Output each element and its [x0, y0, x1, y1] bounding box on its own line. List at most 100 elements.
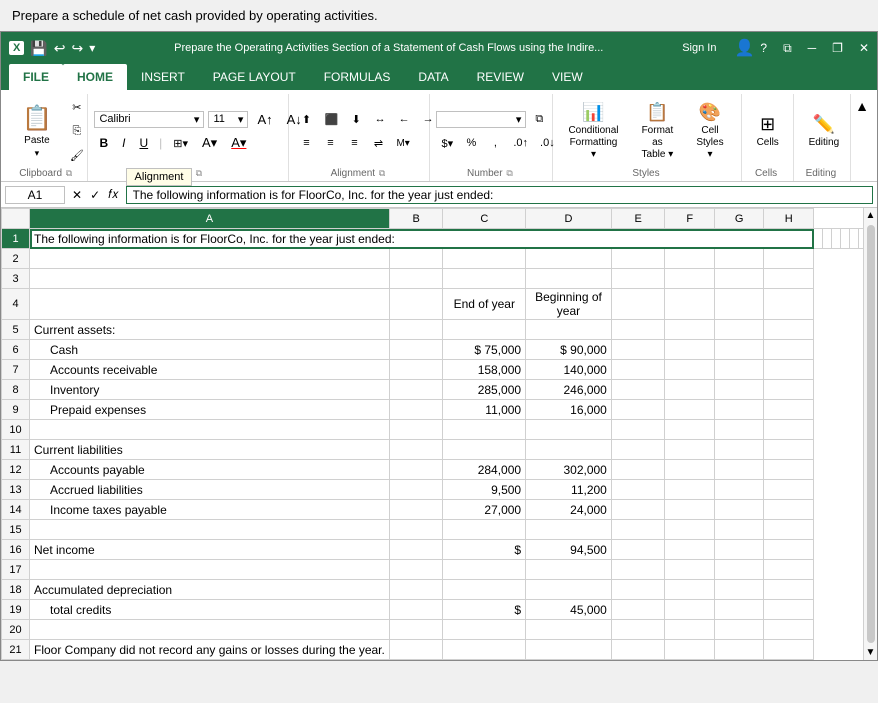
- col-header-h[interactable]: H: [764, 209, 814, 229]
- cell-E8[interactable]: [611, 380, 665, 400]
- clipboard-expand-icon[interactable]: ⧉: [65, 167, 73, 179]
- fill-color-button[interactable]: A▾: [197, 132, 222, 154]
- cell-D18[interactable]: [526, 580, 612, 600]
- cell-A12[interactable]: Accounts payable: [30, 460, 390, 480]
- cell-E14[interactable]: [611, 500, 665, 520]
- col-header-d[interactable]: D: [526, 209, 612, 229]
- cell-E2[interactable]: [611, 249, 665, 269]
- cell-D13[interactable]: 11,200: [526, 480, 612, 500]
- cell-B12[interactable]: [389, 460, 443, 480]
- col-header-g[interactable]: G: [714, 209, 763, 229]
- cell-F21[interactable]: [665, 640, 714, 660]
- cell-B21[interactable]: [389, 640, 443, 660]
- row-header-12[interactable]: 12: [2, 460, 30, 480]
- cell-A3[interactable]: [30, 269, 390, 289]
- cell-A16[interactable]: Net income: [30, 540, 390, 560]
- cell-H11[interactable]: [764, 440, 814, 460]
- cell-G19[interactable]: [714, 600, 763, 620]
- align-top-button[interactable]: ⬆: [295, 108, 317, 130]
- font-color-button[interactable]: A▾: [226, 132, 251, 154]
- format-as-table-button[interactable]: 📋 Format asTable ▾: [631, 103, 683, 159]
- cell-B19[interactable]: [389, 600, 443, 620]
- currency-button[interactable]: $▾: [436, 132, 458, 154]
- row-header-16[interactable]: 16: [2, 540, 30, 560]
- row-header-5[interactable]: 5: [2, 320, 30, 340]
- cell-A14[interactable]: Income taxes payable: [30, 500, 390, 520]
- col-header-b[interactable]: B: [389, 209, 443, 229]
- cell-B1[interactable]: [814, 229, 823, 249]
- cell-H8[interactable]: [764, 380, 814, 400]
- cancel-formula-button[interactable]: ✕: [69, 187, 85, 202]
- italic-button[interactable]: I: [117, 133, 130, 153]
- cell-A7[interactable]: Accounts receivable: [30, 360, 390, 380]
- cell-A13[interactable]: Accrued liabilities: [30, 480, 390, 500]
- cell-A4[interactable]: [30, 289, 390, 320]
- cell-E18[interactable]: [611, 580, 665, 600]
- cells-button[interactable]: ⊞ Cells: [748, 103, 788, 159]
- cell-G14[interactable]: [714, 500, 763, 520]
- cell-B13[interactable]: [389, 480, 443, 500]
- number-expand-btn[interactable]: ⧉: [505, 167, 513, 179]
- cell-H20[interactable]: [764, 620, 814, 640]
- cell-C6[interactable]: $ 75,000: [443, 340, 526, 360]
- cut-button[interactable]: ✂: [65, 96, 89, 118]
- cell-D20[interactable]: [526, 620, 612, 640]
- row-header-18[interactable]: 18: [2, 580, 30, 600]
- cell-F3[interactable]: [665, 269, 714, 289]
- cell-B15[interactable]: [389, 520, 443, 540]
- percent-button[interactable]: %: [460, 132, 482, 154]
- align-right-button[interactable]: ≡: [343, 132, 365, 154]
- increase-font-button[interactable]: A↑: [252, 108, 277, 130]
- cell-F18[interactable]: [665, 580, 714, 600]
- vertical-scrollbar[interactable]: ▲ ▼: [863, 208, 877, 660]
- minimize-icon[interactable]: ─: [808, 41, 817, 56]
- cell-F4[interactable]: [665, 289, 714, 320]
- cell-A1[interactable]: The following information is for FloorCo…: [30, 229, 814, 249]
- cell-A21[interactable]: Floor Company did not record any gains o…: [30, 640, 390, 660]
- cell-E6[interactable]: [611, 340, 665, 360]
- cell-G18[interactable]: [714, 580, 763, 600]
- row-header-7[interactable]: 7: [2, 360, 30, 380]
- cell-H17[interactable]: [764, 560, 814, 580]
- cell-C10[interactable]: [443, 420, 526, 440]
- cell-D5[interactable]: [526, 320, 612, 340]
- cell-B4[interactable]: [389, 289, 443, 320]
- cell-H16[interactable]: [764, 540, 814, 560]
- scroll-down-button[interactable]: ▼: [864, 645, 877, 660]
- row-header-14[interactable]: 14: [2, 500, 30, 520]
- row-header-13[interactable]: 13: [2, 480, 30, 500]
- row-header-17[interactable]: 17: [2, 560, 30, 580]
- cell-H2[interactable]: [764, 249, 814, 269]
- align-bottom-button[interactable]: ⬇: [345, 108, 367, 130]
- cell-C5[interactable]: [443, 320, 526, 340]
- paste-button[interactable]: 📋 Paste ▾: [13, 103, 61, 159]
- cell-G8[interactable]: [714, 380, 763, 400]
- row-header-1[interactable]: 1: [2, 229, 30, 249]
- confirm-formula-button[interactable]: ✓: [87, 187, 103, 202]
- cell-C2[interactable]: [443, 249, 526, 269]
- underline-button[interactable]: U: [134, 133, 153, 153]
- cell-B16[interactable]: [389, 540, 443, 560]
- row-header-2[interactable]: 2: [2, 249, 30, 269]
- cell-D4[interactable]: Beginning ofyear: [526, 289, 612, 320]
- cell-F19[interactable]: [665, 600, 714, 620]
- col-header-e[interactable]: E: [611, 209, 665, 229]
- merge-button[interactable]: M▾: [391, 132, 414, 154]
- cell-G5[interactable]: [714, 320, 763, 340]
- row-header-20[interactable]: 20: [2, 620, 30, 640]
- cell-B10[interactable]: [389, 420, 443, 440]
- cell-C20[interactable]: [443, 620, 526, 640]
- indent-dec-button[interactable]: ←: [393, 108, 415, 130]
- cell-G4[interactable]: [714, 289, 763, 320]
- cell-H9[interactable]: [764, 400, 814, 420]
- tab-review[interactable]: REVIEW: [463, 64, 538, 90]
- cell-G12[interactable]: [714, 460, 763, 480]
- cell-D21[interactable]: [526, 640, 612, 660]
- cell-E13[interactable]: [611, 480, 665, 500]
- number-expand-icon[interactable]: ⧉: [528, 108, 550, 130]
- cell-D8[interactable]: 246,000: [526, 380, 612, 400]
- cell-F10[interactable]: [665, 420, 714, 440]
- editing-button[interactable]: ✏️ Editing: [800, 103, 849, 159]
- col-header-a[interactable]: A: [30, 209, 390, 229]
- help-icon[interactable]: ?: [760, 41, 767, 56]
